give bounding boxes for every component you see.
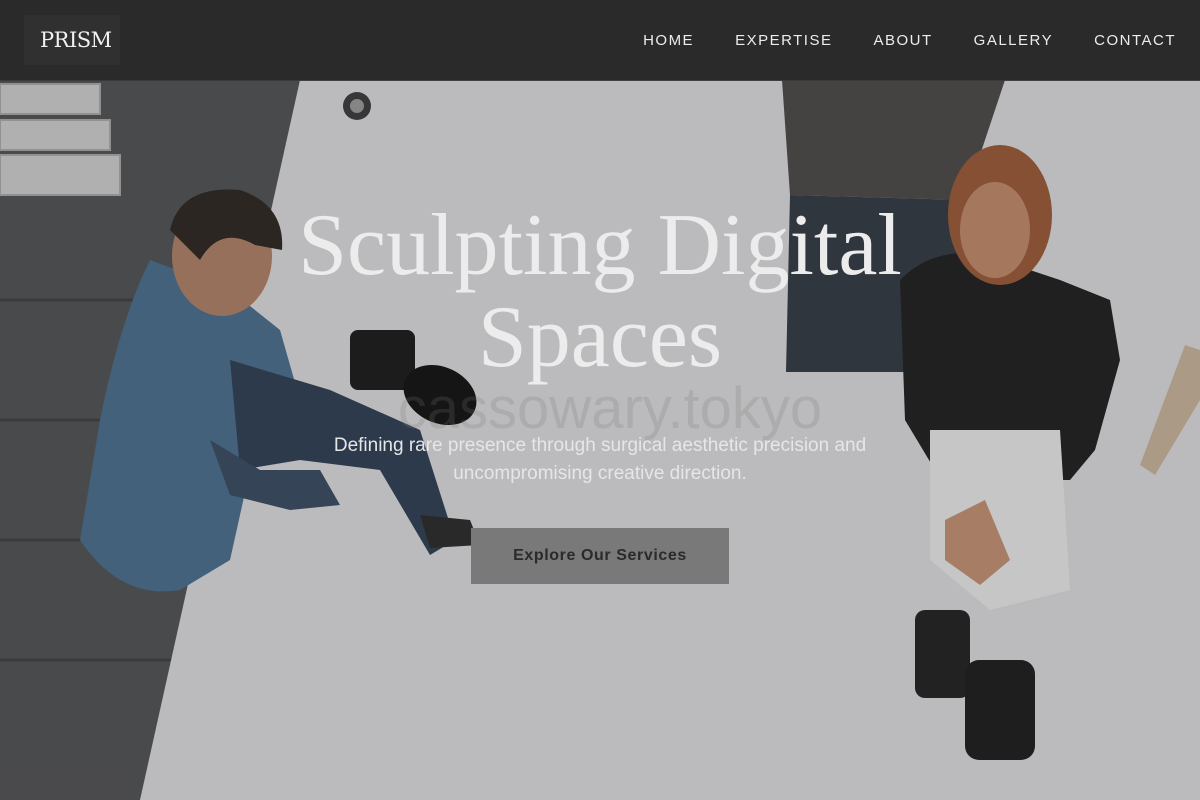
main-nav: HOME EXPERTISE ABOUT GALLERY CONTACT [643, 0, 1176, 81]
landing-page: PRISM HOME EXPERTISE ABOUT GALLERY CONTA… [0, 0, 1200, 800]
nav-expertise-link[interactable]: EXPERTISE [735, 32, 832, 49]
logo-text: PRISM [40, 28, 112, 52]
nav-gallery-link[interactable]: GALLERY [974, 32, 1053, 49]
nav-home-link[interactable]: HOME [643, 32, 694, 49]
hero-title: Sculpting Digital Spaces [298, 197, 902, 386]
explore-services-button[interactable]: Explore Our Services [471, 528, 729, 584]
nav-contact-link[interactable]: CONTACT [1094, 32, 1176, 49]
hero-subtitle: Defining rare presence through surgical … [333, 435, 867, 484]
hero-content: Sculpting Digital Spaces [0, 200, 1200, 384]
hero-overlay [0, 0, 1200, 800]
logo[interactable]: PRISM [24, 15, 120, 65]
nav-about-link[interactable]: ABOUT [873, 32, 932, 49]
site-header: PRISM HOME EXPERTISE ABOUT GALLERY CONTA… [0, 0, 1200, 81]
